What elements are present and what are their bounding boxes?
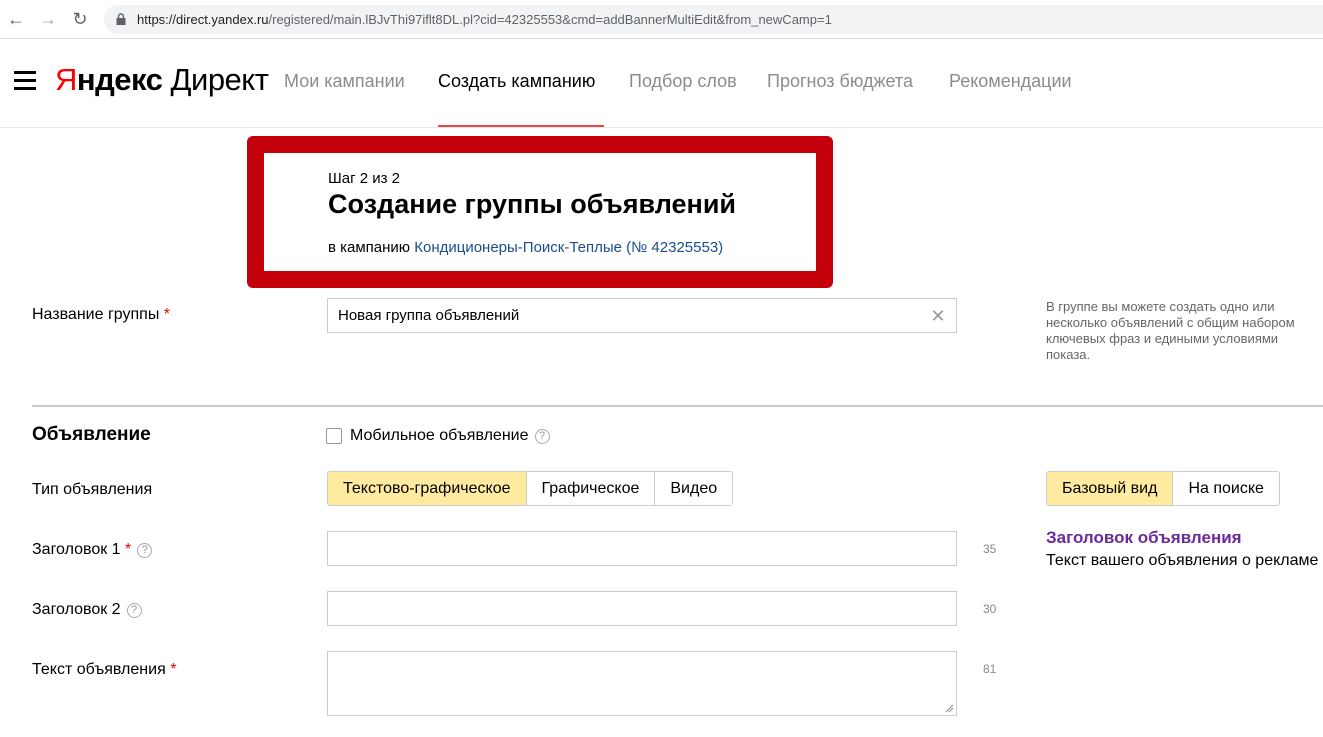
browser-toolbar: ← → ↻ https://direct.yandex.ru/registere…	[0, 0, 1323, 39]
group-name-label: Название группы *	[32, 306, 170, 324]
group-name-input[interactable]: Новая группа объявлений ✕	[327, 298, 957, 333]
preview-ad-title: Заголовок объявления	[1046, 528, 1242, 547]
url-path: /registered/main.lBJvThi97iflt8DL.pl?cid…	[268, 12, 832, 27]
ad-type-text-graphic[interactable]: Текстово-графическое	[328, 472, 527, 505]
preview-mode-selector: Базовый вид На поиске	[1046, 471, 1280, 506]
active-tab-underline	[438, 125, 604, 127]
group-hint: В группе вы можете создать одно или неск…	[1046, 299, 1295, 362]
menu-icon[interactable]	[14, 71, 36, 91]
section-divider	[32, 405, 1323, 407]
ad-type-video[interactable]: Видео	[655, 472, 733, 505]
help-icon[interactable]: ?	[126, 603, 142, 618]
help-icon[interactable]: ?	[137, 543, 153, 558]
mobile-ad-checkbox[interactable]	[326, 428, 342, 444]
ad-type-graphic[interactable]: Графическое	[526, 472, 656, 505]
clear-icon[interactable]: ✕	[930, 307, 946, 325]
ad-type-selector: Текстово-графическое Графическое Видео	[327, 471, 734, 506]
required-mark: *	[125, 541, 132, 558]
ad-type-label: Тип объявления	[32, 481, 153, 498]
mobile-ad-label-text: Мобильное объявление	[350, 427, 529, 444]
required-mark: *	[163, 306, 171, 323]
logo-direct: Директ	[162, 62, 269, 97]
view-mode-basic[interactable]: Базовый вид	[1047, 472, 1174, 505]
reload-icon[interactable]: ↻	[70, 9, 90, 29]
page-title: Создание группы объявлений	[328, 189, 737, 219]
tab-keyword-selection[interactable]: Подбор слов	[629, 71, 737, 92]
step-counter: Шаг 2 из 2	[328, 170, 401, 187]
preview-ad-text: Текст вашего объявления о рекламе	[1046, 552, 1319, 569]
title2-label-text: Заголовок 2	[32, 601, 121, 618]
campaign-reference: в кампанию Кондиционеры-Поиск-Теплые (№ …	[328, 239, 723, 256]
ad-text-label: Текст объявления *	[32, 661, 176, 679]
title2-label: Заголовок 2?	[32, 601, 142, 619]
campaign-link[interactable]: Кондиционеры-Поиск-Теплые (№ 42325553)	[414, 239, 723, 256]
title1-label: Заголовок 1 *?	[32, 541, 153, 559]
view-mode-search[interactable]: На поиске	[1173, 472, 1279, 505]
title2-input[interactable]	[327, 591, 957, 626]
tab-budget-forecast[interactable]: Прогноз бюджета	[767, 71, 913, 92]
group-name-label-text: Название группы	[32, 306, 160, 323]
lock-icon	[116, 13, 126, 25]
title2-counter: 30	[983, 602, 997, 616]
ad-text-label-text: Текст объявления	[32, 661, 166, 678]
url-text: https://direct.yandex.ru/registered/main…	[137, 12, 832, 27]
group-name-value: Новая группа объявлений	[338, 307, 520, 324]
title1-label-text: Заголовок 1	[32, 541, 121, 558]
title1-counter: 35	[983, 542, 997, 556]
ad-text-textarea[interactable]	[327, 651, 957, 716]
tab-my-campaigns[interactable]: Мои кампании	[284, 71, 405, 92]
address-bar[interactable]: https://direct.yandex.ru/registered/main…	[104, 5, 1323, 34]
logo-letter-y: Я	[55, 62, 77, 97]
ad-section-title: Объявление	[32, 424, 151, 445]
campaign-prefix: в кампанию	[328, 239, 415, 256]
tab-recommendations[interactable]: Рекомендации	[949, 71, 1072, 92]
ad-text-counter: 81	[983, 662, 997, 676]
url-host: https://direct.yandex.ru	[137, 12, 269, 27]
mobile-ad-label[interactable]: Мобильное объявление?	[350, 427, 550, 445]
tab-create-campaign[interactable]: Создать кампанию	[438, 71, 595, 92]
yandex-direct-logo[interactable]: Яндекс Директ	[55, 62, 269, 98]
back-arrow-icon[interactable]: ←	[6, 9, 26, 29]
site-header: Яндекс Директ Мои кампании Создать кампа…	[0, 40, 1323, 128]
title1-input[interactable]	[327, 531, 957, 566]
help-icon[interactable]: ?	[534, 429, 550, 444]
resize-handle-icon[interactable]	[945, 704, 954, 713]
required-mark: *	[170, 661, 177, 678]
forward-arrow-icon[interactable]: →	[38, 9, 58, 29]
logo-yandex: ндекс	[76, 62, 163, 97]
